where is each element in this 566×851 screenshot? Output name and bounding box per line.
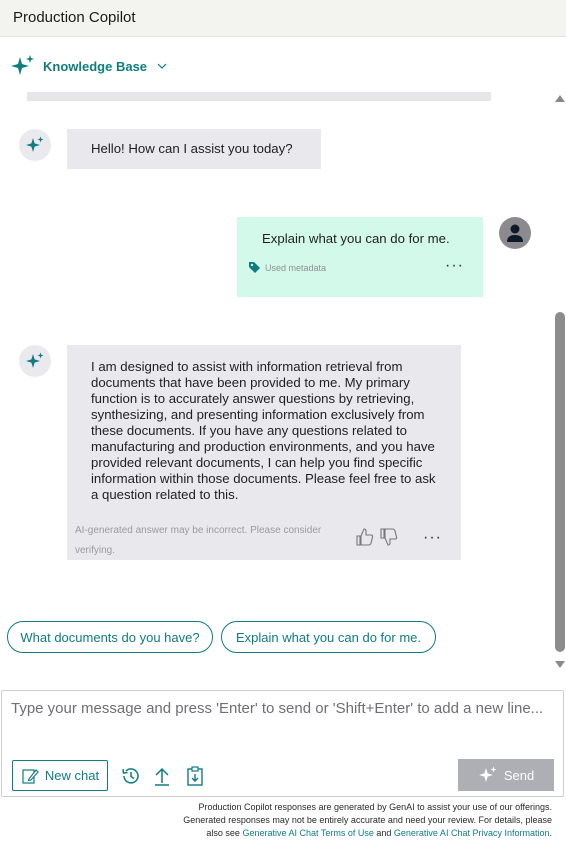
- title-bar: Production Copilot: [0, 0, 566, 37]
- suggestion-chip[interactable]: Explain what you can do for me.: [221, 621, 436, 653]
- sparkle-icon: [478, 766, 497, 782]
- send-label: Send: [503, 767, 535, 783]
- assistant-avatar: [19, 345, 51, 377]
- history-icon[interactable]: [120, 765, 142, 787]
- previous-message-fragment: [27, 92, 491, 101]
- new-chat-button[interactable]: New chat: [12, 760, 108, 791]
- terms-of-use-link[interactable]: Generative AI Chat Terms of Use: [242, 828, 373, 838]
- suggestion-chip[interactable]: What documents do you have?: [7, 621, 213, 653]
- footer-line-1: Production Copilot responses are generat…: [198, 802, 552, 812]
- user-message: Explain what you can do for me. Used met…: [237, 217, 483, 297]
- user-avatar: [499, 217, 531, 249]
- user-icon: [507, 224, 523, 242]
- message-composer: New chat Send: [1, 690, 564, 797]
- new-chat-icon: [22, 768, 39, 784]
- paste-clipboard-icon[interactable]: [184, 765, 206, 787]
- app-title: Production Copilot: [13, 9, 136, 26]
- thumbs-down-icon[interactable]: [379, 527, 399, 547]
- send-button[interactable]: Send: [458, 759, 554, 791]
- thumbs-up-icon[interactable]: [355, 527, 375, 547]
- message-text: I am designed to assist with information…: [91, 359, 436, 502]
- footer-prefix: also see: [206, 828, 240, 838]
- ai-disclaimer: AI-generated answer may be incorrect. Pl…: [75, 525, 322, 556]
- assistant-message: Hello! How can I assist you today?: [67, 129, 321, 169]
- message-text: Hello! How can I assist you today?: [91, 141, 293, 156]
- used-metadata-indicator[interactable]: Used metadata: [248, 261, 326, 274]
- footer-line-2: Generated responses may not be entirely …: [183, 815, 552, 825]
- assistant-message: I am designed to assist with information…: [67, 345, 461, 560]
- footer-period: .: [549, 828, 552, 838]
- message-input[interactable]: [11, 699, 551, 743]
- footer-and: and: [376, 828, 392, 838]
- tag-icon: [249, 262, 260, 273]
- sparkle-icon: [26, 136, 44, 152]
- footer-line-3: also see Generative AI Chat Terms of Use…: [132, 827, 552, 840]
- used-metadata-label: Used metadata: [265, 262, 327, 273]
- scroll-down-arrow[interactable]: [555, 661, 565, 668]
- knowledge-base-label: Knowledge Base: [43, 58, 148, 74]
- scroll-thumb[interactable]: [555, 312, 565, 652]
- privacy-information-link[interactable]: Generative AI Chat Privacy Information: [394, 828, 550, 838]
- sparkle-icon: [11, 55, 34, 75]
- message-text: Explain what you can do for me.: [262, 231, 450, 246]
- sparkle-icon: [26, 352, 44, 368]
- chat-area: Hello! How can I assist you today? Expla…: [0, 86, 566, 676]
- new-chat-label: New chat: [44, 768, 100, 783]
- scroll-up-arrow[interactable]: [555, 95, 565, 102]
- knowledge-base-selector[interactable]: Knowledge Base: [10, 52, 167, 80]
- chat-scrollbar[interactable]: [554, 86, 566, 676]
- more-options-button[interactable]: ···: [445, 258, 464, 274]
- assistant-avatar: [19, 129, 51, 161]
- upload-icon[interactable]: [151, 765, 173, 787]
- chevron-down-icon: [157, 63, 167, 69]
- more-options-button[interactable]: ···: [423, 530, 442, 546]
- legal-footer: Production Copilot responses are generat…: [132, 801, 552, 840]
